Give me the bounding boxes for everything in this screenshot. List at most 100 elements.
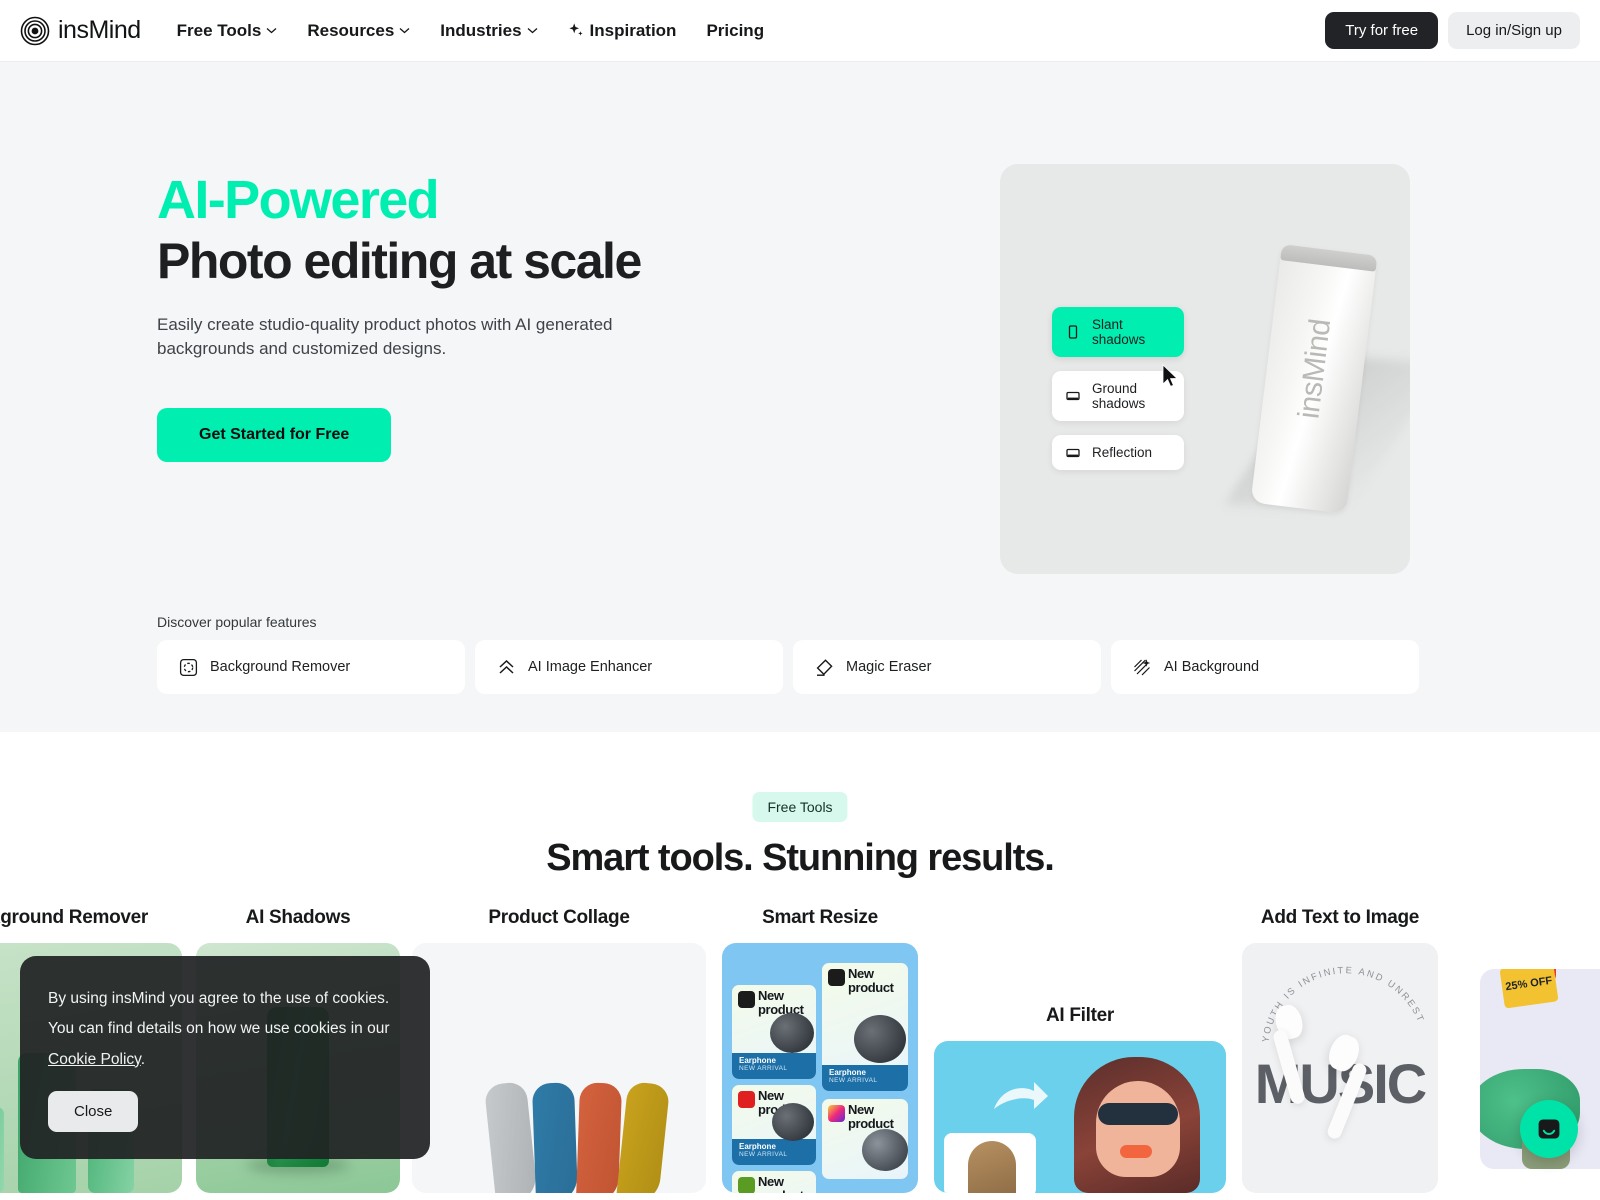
- background-remover-icon: [179, 658, 198, 676]
- cookie-banner: By using insMind you agree to the use of…: [20, 956, 430, 1159]
- chevron-down-icon: [527, 28, 537, 34]
- tube-brand-label: insMind: [1292, 317, 1338, 421]
- hero-visual: insMind Slant shadows Ground shadows Ref…: [1000, 164, 1410, 574]
- shadow-options-list: Slant shadows Ground shadows Reflection: [1052, 307, 1184, 470]
- shadow-option-slant[interactable]: Slant shadows: [1052, 307, 1184, 357]
- tool-card-ai-filter[interactable]: AI Filter: [934, 1005, 1226, 1193]
- tool-card-media: YOUTH IS INFINITE AND UNRESTRAINED MUSIC: [1242, 943, 1438, 1193]
- feature-card-magic-eraser[interactable]: Magic Eraser: [793, 640, 1101, 694]
- cookie-policy-link[interactable]: Cookie Policy: [48, 1051, 141, 1068]
- tool-card-title: AI Shadows: [245, 907, 351, 928]
- chat-bubble-icon: [1538, 1119, 1560, 1139]
- tool-card-add-text-to-image[interactable]: Add Text to Image YOUTH IS INFINITE AND …: [1242, 907, 1438, 1193]
- logo[interactable]: insMind: [20, 16, 141, 46]
- cookie-text-line2: You can find details on how we use cooki…: [48, 1020, 390, 1038]
- cookie-text-line3: Cookie Policy.: [48, 1045, 400, 1075]
- feature-label: AI Background: [1164, 659, 1260, 675]
- resize-tile: New product Earphone NEW ARRIVAL: [732, 1085, 816, 1165]
- resize-tile: New product Earphone NEW ARRIVAL: [732, 985, 816, 1079]
- section-pill: Free Tools: [752, 792, 848, 822]
- hero-kicker: AI-Powered: [157, 170, 440, 230]
- tile-footer: Earphone NEW ARRIVAL: [732, 1053, 816, 1079]
- tile-headline: New product: [848, 1102, 894, 1131]
- tile-headline: New product: [848, 966, 894, 995]
- shadow-option-reflection[interactable]: Reflection: [1052, 435, 1184, 470]
- ai-background-icon: [1134, 658, 1151, 675]
- hero-copy: AI-Powered Photo editing at scale Easily…: [157, 172, 857, 462]
- platform-badge-youtube: [738, 1091, 755, 1108]
- cookie-close-button[interactable]: Close: [48, 1091, 139, 1133]
- feature-label: Magic Eraser: [846, 659, 932, 675]
- logo-text: insMind: [58, 16, 141, 44]
- tool-card-product-collage[interactable]: Product Collage: [412, 907, 706, 1193]
- tool-card-title: Add Text to Image: [1260, 907, 1420, 928]
- portrait-frame-icon: [1068, 325, 1078, 339]
- main-nav: Free Tools Resources Industries Inspirat…: [177, 21, 764, 41]
- site-header: insMind Free Tools Resources Industries …: [0, 0, 1600, 62]
- feature-card-ai-image-enhancer[interactable]: AI Image Enhancer: [475, 640, 783, 694]
- landscape-frame-icon: [1066, 391, 1080, 401]
- popular-features-row: Background Remover AI Image Enhancer Mag…: [157, 640, 1419, 694]
- swap-arrow-icon: [994, 1082, 1048, 1109]
- tile-tag: NEW ARRIVAL: [829, 1077, 878, 1084]
- tool-card-title: Product Collage: [488, 907, 630, 928]
- feature-card-ai-background[interactable]: AI Background: [1111, 640, 1419, 694]
- nav-item-resources[interactable]: Resources: [307, 21, 410, 41]
- tile-product: Earphone: [829, 1068, 866, 1077]
- tile-headline: New product: [758, 1174, 804, 1193]
- landscape-frame-icon: [1066, 448, 1080, 457]
- tile-footer: Earphone NEW ARRIVAL: [732, 1139, 816, 1165]
- sparkle-icon: [568, 23, 583, 36]
- cookie-link-suffix: .: [140, 1050, 146, 1068]
- header-actions: Try for free Log in/Sign up: [1325, 12, 1580, 49]
- feature-label: AI Image Enhancer: [528, 659, 653, 675]
- chevrons-up-icon: [499, 659, 514, 674]
- option-label: Ground shadows: [1092, 381, 1146, 411]
- tool-card-smart-resize[interactable]: Smart Resize New product Earphone NEW AR…: [722, 907, 918, 1193]
- feature-card-background-remover[interactable]: Background Remover: [157, 640, 465, 694]
- nav-label: Resources: [307, 20, 395, 40]
- tile-product: Earphone: [739, 1056, 776, 1065]
- tile-product: Earphone: [739, 1142, 776, 1151]
- promo-badge: 25% OFF: [1504, 975, 1554, 994]
- tile-headline: New product: [758, 988, 804, 1017]
- nav-item-free-tools[interactable]: Free Tools: [177, 21, 278, 41]
- platform-badge-tiktok: [828, 969, 845, 986]
- tool-card-media: New product Earphone NEW ARRIVAL New pro…: [722, 943, 918, 1193]
- nav-label: Free Tools: [176, 20, 262, 40]
- tool-card-media: [934, 1041, 1226, 1193]
- nav-item-pricing[interactable]: Pricing: [706, 21, 764, 41]
- get-started-button[interactable]: Get Started for Free: [157, 407, 392, 462]
- discover-label: Discover popular features: [157, 614, 317, 630]
- hero-section: AI-Powered Photo editing at scale Easily…: [0, 62, 1600, 732]
- eraser-icon: [816, 658, 833, 676]
- tool-card-title: Background Remover: [0, 907, 149, 928]
- tile-footer: Earphone NEW ARRIVAL: [822, 1065, 908, 1091]
- platform-badge-instagram: [828, 1105, 845, 1122]
- tile-tag: NEW ARRIVAL: [739, 1151, 788, 1158]
- page-root: insMind Free Tools Resources Industries …: [0, 0, 1600, 1200]
- chevron-down-icon: [399, 28, 410, 34]
- nav-item-industries[interactable]: Industries: [440, 21, 537, 41]
- nav-label: Inspiration: [589, 20, 677, 40]
- try-for-free-button[interactable]: Try for free: [1325, 12, 1439, 49]
- nav-label: Pricing: [706, 20, 765, 40]
- nav-item-inspiration[interactable]: Inspiration: [568, 20, 677, 41]
- hero-title: Photo editing at scale: [157, 232, 642, 289]
- nav-label: Industries: [440, 20, 522, 40]
- section-heading: Smart tools. Stunning results.: [546, 837, 1055, 879]
- tool-card-media: [412, 943, 706, 1193]
- chat-support-button[interactable]: [1520, 1100, 1578, 1158]
- tool-card-title: Smart Resize: [762, 907, 878, 928]
- resize-tile: New product: [822, 1099, 908, 1179]
- feature-label: Background Remover: [210, 659, 351, 675]
- login-signup-button[interactable]: Log in/Sign up: [1448, 12, 1580, 49]
- tube-cap: [1280, 244, 1378, 272]
- chevron-down-icon: [266, 28, 277, 34]
- resize-tile: New product: [732, 1171, 816, 1193]
- hero-subtitle: Easily create studio-quality product pho…: [157, 314, 613, 359]
- resize-tile: New product Earphone NEW ARRIVAL: [822, 963, 908, 1091]
- option-label: Slant shadows: [1092, 317, 1146, 347]
- option-label: Reflection: [1092, 445, 1153, 460]
- platform-badge-shopify: [738, 1177, 755, 1193]
